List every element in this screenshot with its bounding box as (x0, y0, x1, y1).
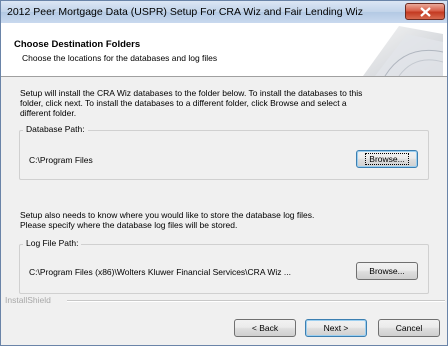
log-path-value: C:\Program Files (x86)\Wolters Kluwer Fi… (29, 267, 291, 277)
intro-line: different folder. (20, 108, 77, 118)
intro-text: Setup will install the CRA Wiz databases… (20, 88, 432, 118)
log-intro-line: Please specify where the database log fi… (20, 220, 238, 230)
window-title: 2012 Peer Mortgage Data (USPR) Setup For… (7, 6, 363, 18)
back-button[interactable]: < Back (234, 319, 296, 337)
title-bar[interactable]: 2012 Peer Mortgage Data (USPR) Setup For… (1, 1, 447, 23)
footer-divider (67, 300, 445, 302)
database-path-value: C:\Program Files (29, 155, 93, 165)
log-intro-text: Setup also needs to know where you would… (20, 210, 432, 230)
close-button[interactable] (405, 3, 445, 20)
database-browse-button[interactable]: Browse... (356, 150, 418, 168)
database-path-label: Database Path: (23, 124, 88, 134)
cancel-button[interactable]: Cancel (378, 319, 440, 337)
log-browse-button[interactable]: Browse... (356, 262, 418, 280)
installshield-brand: InstallShield (5, 295, 51, 305)
intro-line: folder, click next. To install the datab… (20, 98, 347, 108)
page-title: Choose Destination Folders (14, 39, 141, 50)
installer-graphic-icon (363, 26, 443, 76)
page-subtitle: Choose the locations for the databases a… (22, 53, 218, 63)
next-button[interactable]: Next > (305, 319, 367, 337)
log-path-label: Log File Path: (23, 238, 82, 248)
setup-window: 2012 Peer Mortgage Data (USPR) Setup For… (0, 0, 448, 346)
close-icon (420, 7, 431, 17)
intro-line: Setup will install the CRA Wiz databases… (20, 88, 363, 98)
log-intro-line: Setup also needs to know where you would… (20, 210, 315, 220)
wizard-header: Choose Destination Folders Choose the lo… (1, 23, 447, 77)
database-browse-label: Browse... (365, 153, 409, 165)
